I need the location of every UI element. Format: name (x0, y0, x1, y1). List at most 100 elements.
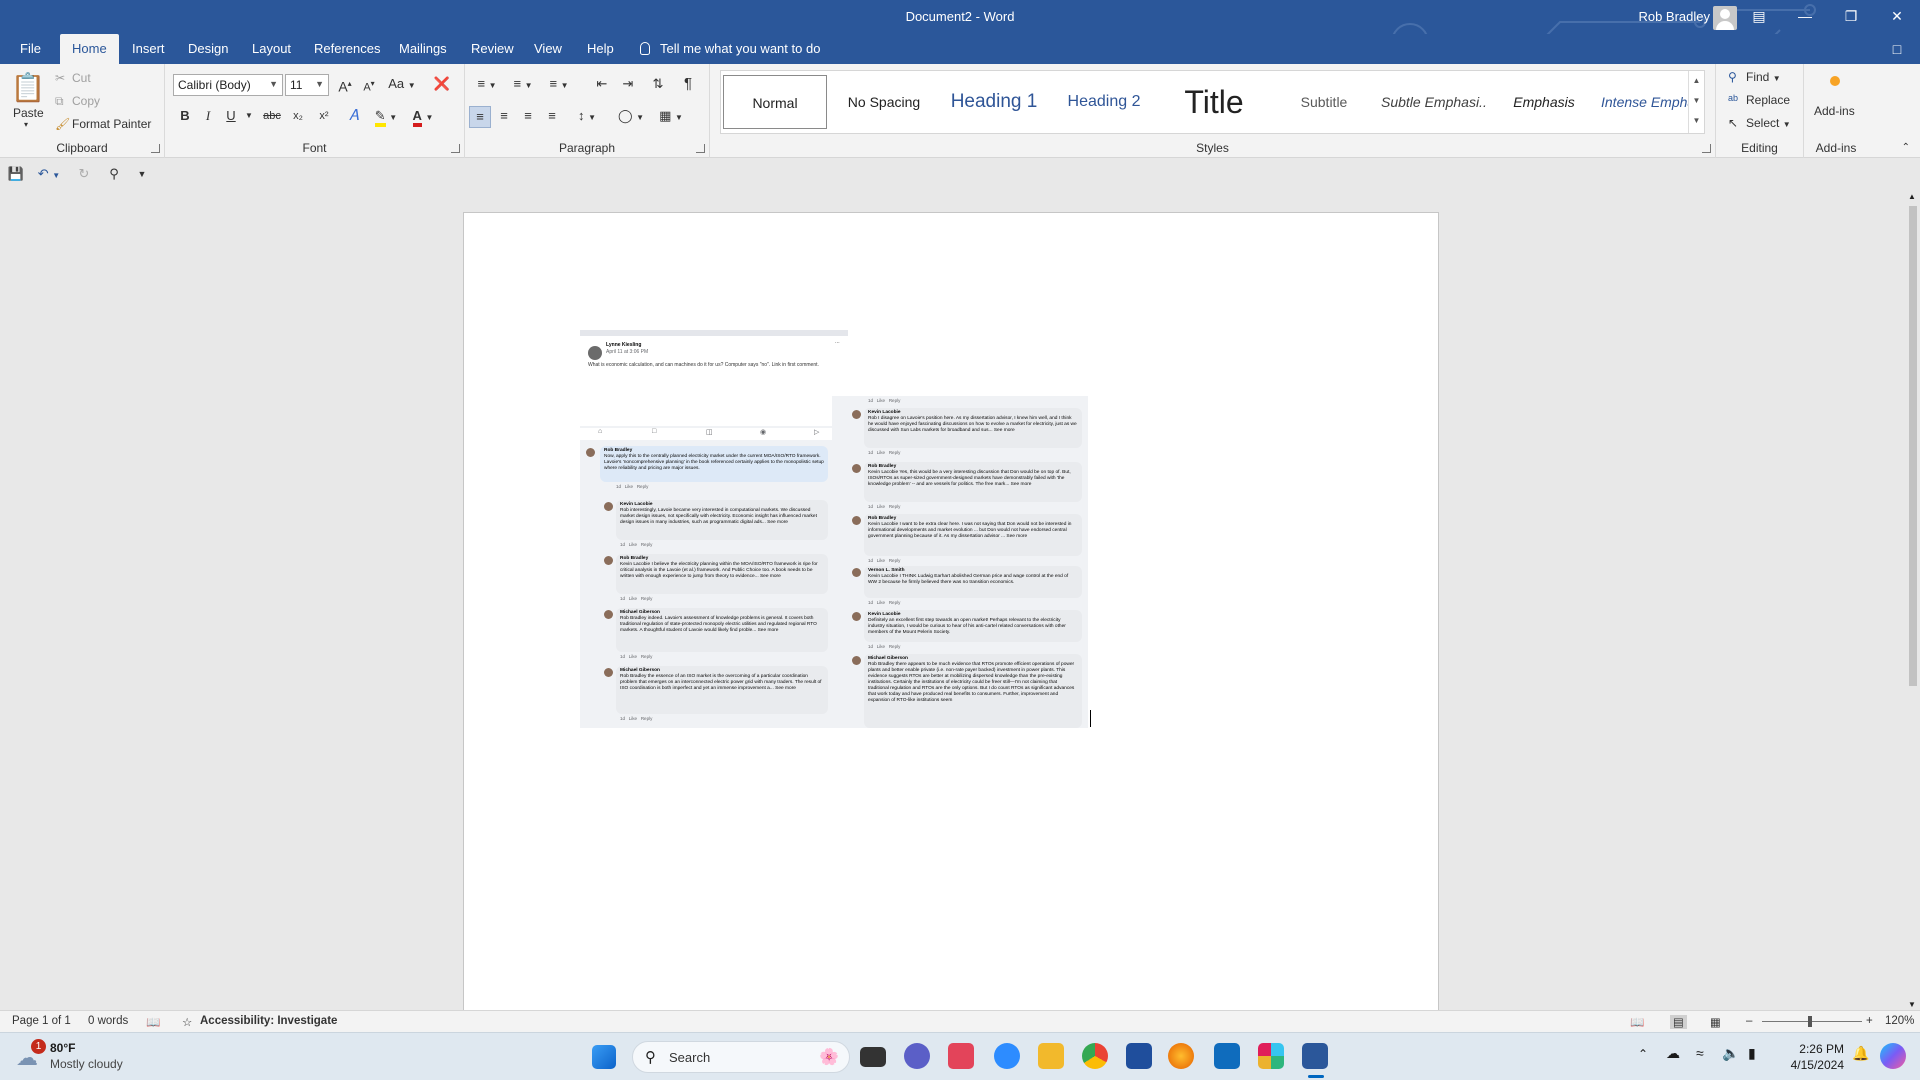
chevron-down-icon[interactable]: ▼ (1689, 91, 1704, 111)
scroll-up-icon[interactable]: ▲ (1908, 192, 1916, 201)
italic-button[interactable]: I (198, 106, 218, 128)
change-case-button[interactable]: Aa ▼ (387, 74, 417, 96)
font-name-select[interactable]: Calibri (Body) ▼ (173, 74, 283, 96)
sort-icon[interactable]: ⇅ (647, 74, 669, 96)
tab-view[interactable]: View (522, 34, 574, 64)
find-button[interactable]: Find ▼ (1746, 70, 1781, 84)
zoom-out-icon[interactable]: – (1746, 1015, 1752, 1027)
line-spacing-icon[interactable]: ↕ ▼ (571, 106, 603, 128)
accessibility-status[interactable]: Accessibility: Investigate (200, 1015, 337, 1027)
select-button[interactable]: Select ▼ (1746, 116, 1791, 130)
style-intense-emphasis[interactable]: Intense Emphas... (1601, 75, 1689, 129)
zoom-slider[interactable] (1762, 1021, 1862, 1022)
align-center-icon[interactable]: ≡ (493, 106, 515, 128)
bold-button[interactable]: B (175, 106, 195, 128)
replace-button[interactable]: Replace (1746, 93, 1790, 107)
clock-date[interactable]: 4/15/2024 (1780, 1058, 1844, 1072)
paste-icon[interactable]: 📋 (10, 70, 46, 106)
tab-insert[interactable]: Insert (120, 34, 177, 64)
file-explorer-icon[interactable] (1038, 1043, 1064, 1069)
tab-mailings[interactable]: Mailings (387, 34, 459, 64)
multilevel-list-icon[interactable]: ≡ ▼ (543, 74, 575, 96)
clear-formatting-icon[interactable]: ❌ (431, 74, 453, 96)
cut-button[interactable]: Cut (72, 71, 91, 85)
undo-icon[interactable]: ↶ ▼ (34, 164, 64, 186)
justify-icon[interactable]: ≡ (541, 106, 563, 128)
style-emphasis[interactable]: Emphasis (1491, 75, 1597, 129)
paste-dropdown-icon[interactable]: ▾ (24, 120, 28, 129)
close-button[interactable]: ✕ (1874, 0, 1920, 34)
superscript-button[interactable]: x² (313, 106, 335, 128)
firefox-icon[interactable] (1168, 1043, 1194, 1069)
style-no-spacing[interactable]: No Spacing (831, 75, 937, 129)
copy-button[interactable]: Copy (72, 94, 100, 108)
web-layout-icon[interactable]: ▦ (1710, 1015, 1721, 1029)
align-right-icon[interactable]: ≡ (517, 106, 539, 128)
borders-icon[interactable]: ▦ ▼ (655, 106, 687, 128)
format-painter-button[interactable]: Format Painter (72, 117, 151, 131)
taskbar-search[interactable]: ⚲ Search 🌸 (632, 1041, 850, 1073)
highlight-icon[interactable]: ✎ ▼ (371, 106, 401, 128)
weather-desc[interactable]: Mostly cloudy (50, 1057, 123, 1071)
underline-button[interactable]: U (221, 106, 241, 128)
network-icon[interactable]: ☁ (1666, 1045, 1680, 1062)
copilot-icon[interactable] (1880, 1043, 1906, 1069)
style-heading-1[interactable]: Heading 1 (941, 75, 1047, 129)
shrink-font-button[interactable]: A▾ (359, 74, 379, 96)
redo-icon[interactable]: ↻ (74, 164, 94, 186)
tab-layout[interactable]: Layout (240, 34, 303, 64)
volume-icon[interactable]: 🔈 (1722, 1045, 1739, 1062)
windows-start-icon[interactable] (592, 1045, 616, 1069)
decrease-indent-icon[interactable]: ⇤ (591, 74, 613, 96)
scroll-thumb[interactable] (1909, 206, 1917, 686)
style-subtitle[interactable]: Subtitle (1271, 75, 1377, 129)
increase-indent-icon[interactable]: ⇥ (617, 74, 639, 96)
shading-icon[interactable]: ◯ ▼ (615, 106, 647, 128)
styles-scroll[interactable]: ▲ ▼ ▼ (1688, 71, 1704, 133)
align-left-icon[interactable]: ≡ (469, 106, 491, 128)
save-icon[interactable]: 💾 (6, 164, 26, 186)
user-name[interactable]: Rob Bradley (1638, 9, 1710, 24)
tell-me-search[interactable]: Tell me what you want to do (640, 34, 820, 64)
page-count[interactable]: Page 1 of 1 (12, 1015, 71, 1027)
snipping-tool-icon[interactable] (948, 1043, 974, 1069)
font-size-select[interactable]: 11 ▼ (285, 74, 329, 96)
clock-time[interactable]: 2:26 PM (1784, 1042, 1844, 1056)
wifi-icon[interactable]: ≈ (1696, 1045, 1704, 1061)
remote-desktop-icon[interactable] (1126, 1043, 1152, 1069)
zoom-level[interactable]: 120% (1885, 1015, 1914, 1027)
chevron-up-icon[interactable]: ⌃ (1638, 1047, 1648, 1061)
tab-design[interactable]: Design (176, 34, 240, 64)
text-effects-icon[interactable]: 𝐴 (343, 106, 365, 128)
strikethrough-button[interactable]: abc (260, 106, 284, 128)
numbering-icon[interactable]: ≡ ▼ (507, 74, 539, 96)
zoom-slider-thumb[interactable] (1808, 1016, 1812, 1027)
font-color-icon[interactable]: A ▼ (407, 106, 439, 128)
grow-font-button[interactable]: A▴ (335, 74, 355, 96)
vertical-scrollbar[interactable]: ▲ ▼ (1906, 192, 1920, 1009)
chrome-icon[interactable] (1082, 1043, 1108, 1069)
comments-icon[interactable]: □ (1874, 34, 1920, 64)
tab-review[interactable]: Review (459, 34, 526, 64)
minimize-button[interactable]: — (1782, 0, 1828, 34)
customize-qat-icon[interactable]: ▼ (134, 164, 150, 186)
tab-references[interactable]: References (302, 34, 392, 64)
addins-button[interactable]: Add-ins (1814, 104, 1855, 118)
underline-dropdown-icon[interactable]: ▼ (243, 106, 255, 128)
restore-button[interactable]: ❐ (1828, 0, 1874, 34)
avatar[interactable] (1713, 6, 1737, 30)
read-mode-icon[interactable]: 📖 (1630, 1015, 1644, 1029)
slack-icon[interactable] (1258, 1043, 1284, 1069)
ribbon-display-icon[interactable]: ▤ (1736, 0, 1782, 34)
subscript-button[interactable]: x₂ (287, 106, 309, 128)
clipboard-launcher-icon[interactable] (151, 144, 160, 153)
style-title[interactable]: Title (1161, 75, 1267, 129)
styles-launcher-icon[interactable] (1702, 144, 1711, 153)
more-styles-icon[interactable]: ▼ (1689, 111, 1704, 131)
word-count[interactable]: 0 words (88, 1015, 128, 1027)
font-launcher-icon[interactable] (451, 144, 460, 153)
tab-file[interactable]: File (8, 34, 53, 64)
outlook-icon[interactable] (1214, 1043, 1240, 1069)
style-subtle-emphasis[interactable]: Subtle Emphasi... (1381, 75, 1487, 129)
paragraph-launcher-icon[interactable] (696, 144, 705, 153)
